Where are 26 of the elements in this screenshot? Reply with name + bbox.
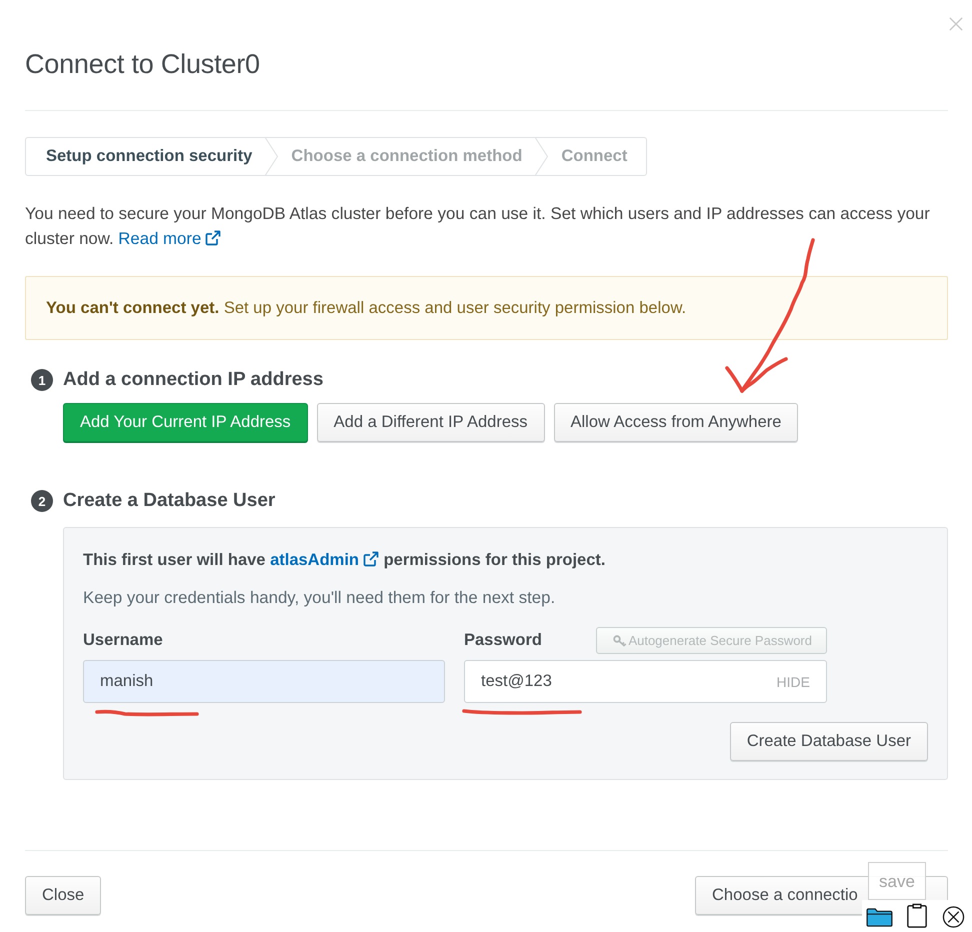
read-more-link[interactable]: Read more	[118, 229, 222, 248]
close-button[interactable]: Close	[25, 876, 102, 915]
key-icon	[613, 634, 628, 646]
section-heading: Create a Database User	[63, 490, 276, 512]
step-number: 1	[31, 369, 53, 391]
step-tab[interactable]: Setup connection security	[26, 138, 266, 175]
permission-notice: This first user will have atlasAdmin permissions for this project.	[83, 550, 606, 571]
password-field[interactable]: test@123 HIDE	[464, 660, 827, 703]
password-label: Password	[464, 631, 542, 650]
close-circle-icon[interactable]	[942, 906, 965, 928]
atlas-admin-link[interactable]: atlasAdmin	[270, 551, 379, 569]
external-link-icon	[205, 230, 222, 246]
create-user-button[interactable]: Create Database User	[730, 722, 928, 761]
external-link-icon	[363, 551, 379, 567]
ip-access-button[interactable]: Add a Different IP Address	[316, 403, 545, 442]
dialog-title: Connect to Cluster0	[25, 48, 261, 81]
alert-text: You can't connect yet. Set up your firewall access and user security permission below.	[46, 298, 686, 318]
ip-access-button[interactable]: Allow Access from Anywhere	[554, 403, 798, 442]
folder-icon[interactable]	[866, 907, 893, 927]
section-heading: Add a connection IP address	[63, 369, 324, 391]
username-label: Username	[83, 631, 163, 650]
clipboard-icon[interactable]	[906, 902, 928, 928]
username-field[interactable]: manish	[83, 660, 445, 703]
intro-text: You need to secure your MongoDB Atlas cluster before you can use it. Set which users and IP addresses can access your cluster now. Read more	[25, 203, 931, 250]
step-number: 2	[31, 490, 53, 512]
credentials-hint: Keep your credentials handy, you'll need them for the next step.	[83, 587, 556, 609]
